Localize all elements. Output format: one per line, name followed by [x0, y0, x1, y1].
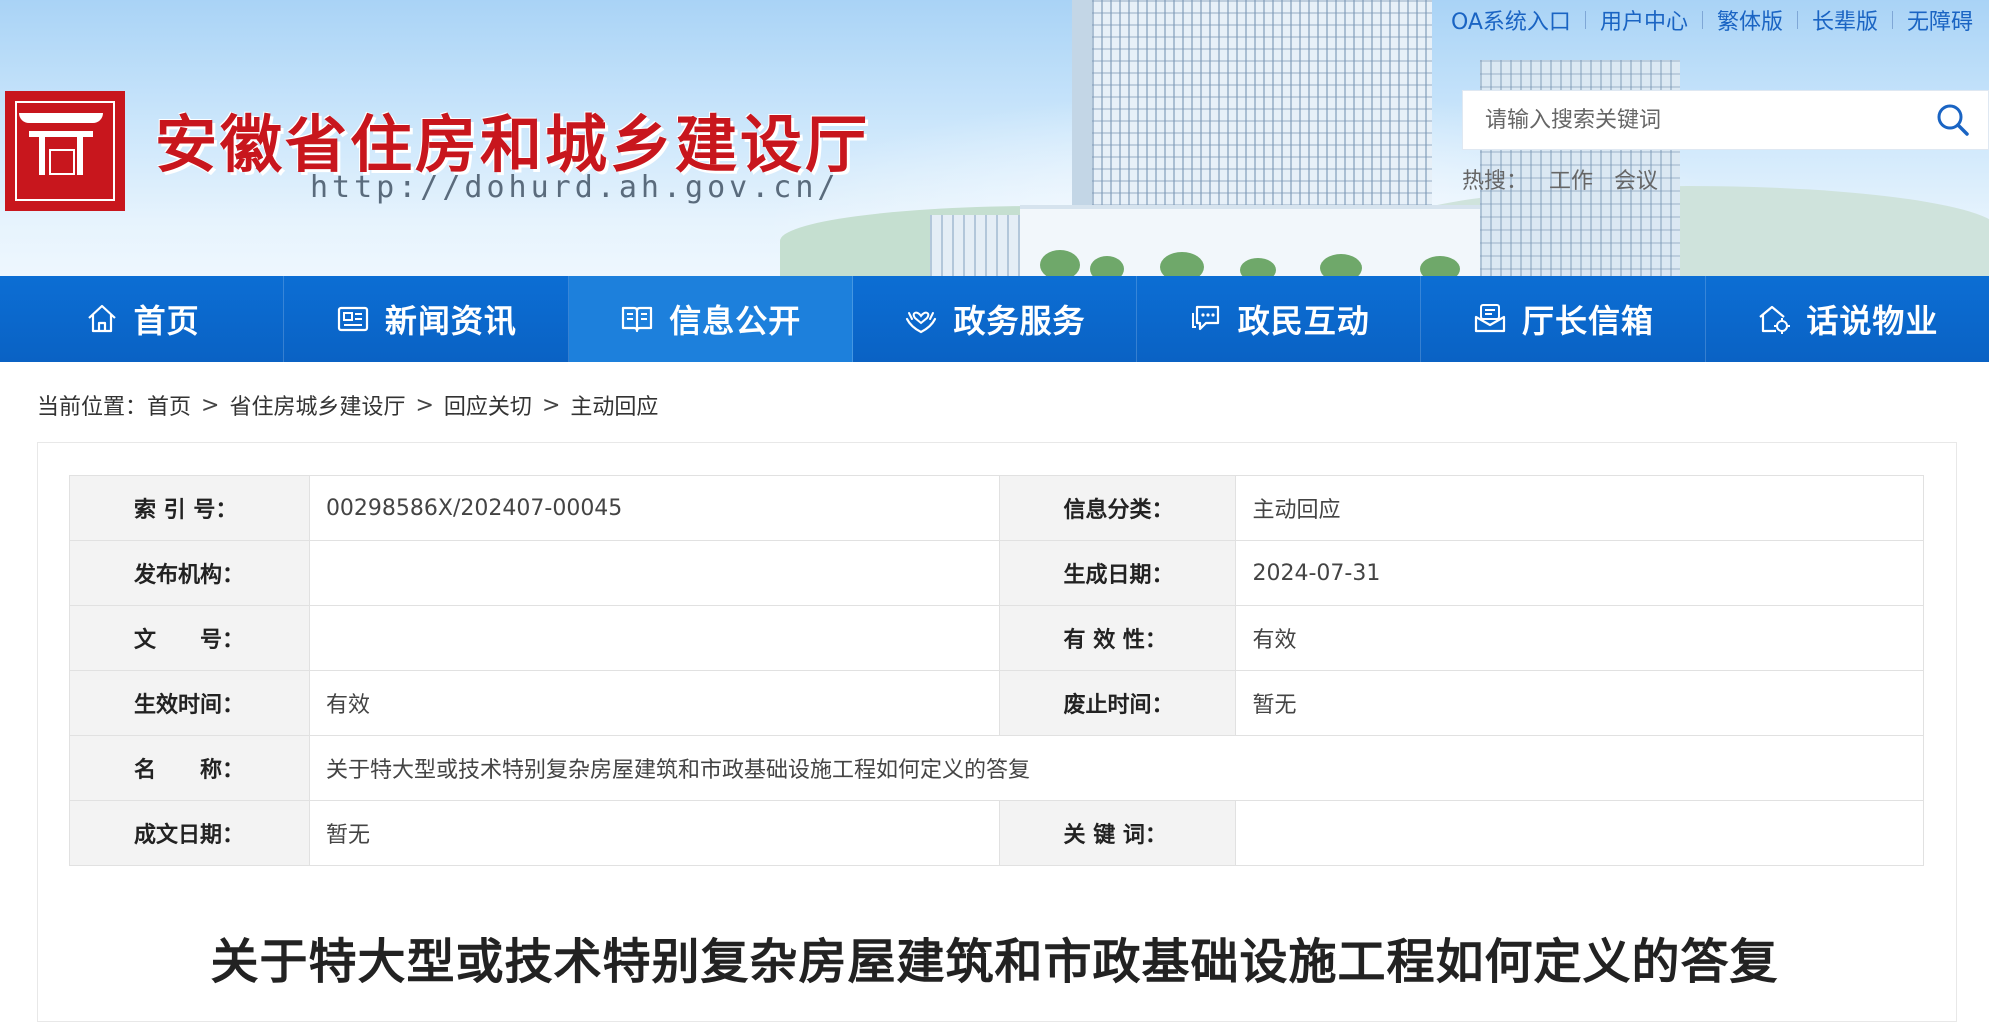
- created-date-label: 生成日期：: [998, 540, 1237, 606]
- breadcrumb-concerns[interactable]: 回应关切: [444, 389, 532, 421]
- newspaper-icon: [337, 306, 369, 332]
- nav-item-label: 政务服务: [953, 302, 1086, 340]
- info-category-label: 信息分类：: [998, 475, 1237, 541]
- elderly-version-link[interactable]: 长辈版: [1812, 4, 1878, 36]
- keywords-label: 关 键 词：: [998, 800, 1237, 866]
- hands-heart-icon: [906, 311, 937, 334]
- background-tree: [1090, 256, 1124, 276]
- logo-emblem-post: [77, 135, 83, 175]
- link-divider: [1796, 11, 1798, 29]
- site-header: 安徽省住房和城乡建设厅 http://dohurd.ah.gov.cn/ OA系…: [0, 0, 1989, 276]
- background-tree: [1420, 256, 1460, 276]
- created-date-value: 2024-07-31: [1235, 540, 1924, 606]
- nav-item-home[interactable]: 首页: [0, 276, 285, 362]
- background-tree: [1240, 258, 1276, 276]
- breadcrumb-separator: >: [415, 392, 434, 418]
- nav-item-label: 厅长信箱: [1522, 302, 1655, 340]
- metadata-row: 发布机构： 生成日期： 2024-07-31: [69, 540, 1924, 606]
- expiry-time-label: 废止时间：: [998, 670, 1237, 736]
- site-logo-emblem[interactable]: [5, 91, 125, 211]
- search-input[interactable]: [1485, 91, 1925, 149]
- nav-item-label: 政民互动: [1237, 302, 1370, 340]
- validity-value: 有效: [1235, 605, 1924, 671]
- breadcrumb-separator: >: [541, 392, 561, 418]
- breadcrumb-label: 当前位置：: [37, 395, 148, 420]
- metadata-row: 成文日期： 暂无 关 键 词：: [69, 800, 1924, 866]
- logo-emblem-roof: [19, 113, 103, 123]
- nav-item-news[interactable]: 新闻资讯: [284, 276, 569, 362]
- expiry-time-value: 暂无: [1235, 670, 1924, 736]
- house-gear-icon: [1759, 305, 1791, 334]
- hot-search: 热搜： 工作 会议: [1462, 163, 1672, 195]
- open-book-icon: [622, 306, 653, 333]
- oa-entry-link[interactable]: OA系统入口: [1451, 4, 1571, 36]
- document-number-label: 文 号：: [69, 605, 310, 671]
- written-date-value: 暂无: [308, 800, 1000, 866]
- index-number-label: 索 引 号：: [69, 475, 310, 541]
- nav-item-property-talk[interactable]: 话说物业: [1706, 276, 1989, 362]
- validity-label: 有 效 性：: [998, 605, 1237, 671]
- article-title: 关于特大型或技术特别复杂房屋建筑和市政基础设施工程如何定义的答复: [210, 934, 1779, 990]
- nav-item-government-services[interactable]: 政务服务: [853, 276, 1138, 362]
- index-number-value: 00298586X/202407-00045: [308, 475, 1000, 541]
- document-name-label: 名 称：: [69, 735, 310, 801]
- document-number-value: [308, 605, 1000, 671]
- mailbox-icon: [1474, 304, 1506, 333]
- nav-item-label: 首页: [133, 302, 200, 340]
- search-icon: [1937, 104, 1969, 136]
- background-tree: [1320, 254, 1362, 276]
- traditional-chinese-link[interactable]: 繁体版: [1717, 4, 1783, 36]
- breadcrumb-separator: >: [201, 392, 220, 418]
- main-nav: 首页 新闻资讯 信息公开 政务服务 政民互动 厅长信箱 话说物业: [0, 276, 1989, 362]
- site-url: http://dohurd.ah.gov.cn/: [310, 170, 840, 205]
- link-divider: [1584, 11, 1586, 29]
- breadcrumb-department[interactable]: 省住房城乡建设厅: [229, 389, 405, 421]
- nav-item-label: 话说物业: [1806, 302, 1939, 340]
- user-center-link[interactable]: 用户中心: [1600, 4, 1688, 36]
- effective-time-value: 有效: [308, 670, 1000, 736]
- logo-emblem-seal: [49, 149, 75, 175]
- search-box: [1462, 90, 1989, 150]
- nav-item-label: 信息公开: [669, 302, 802, 340]
- search-button[interactable]: [1934, 101, 1972, 139]
- breadcrumb-proactive-response[interactable]: 主动回应: [570, 389, 658, 421]
- breadcrumb-home[interactable]: 首页: [147, 389, 191, 421]
- document-metadata-table: 索 引 号： 00298586X/202407-00045 信息分类： 主动回应…: [69, 475, 1925, 866]
- metadata-row: 文 号： 有 效 性： 有效: [69, 605, 1924, 671]
- info-category-value: 主动回应: [1235, 475, 1924, 541]
- chat-bubble-icon: [1191, 305, 1219, 331]
- nav-item-label: 新闻资讯: [384, 302, 517, 340]
- nav-item-interaction[interactable]: 政民互动: [1137, 276, 1422, 362]
- breadcrumb: 当前位置： 首页 > 省住房城乡建设厅 > 回应关切 > 主动回应: [37, 389, 658, 421]
- hot-search-item[interactable]: 会议: [1614, 169, 1658, 194]
- effective-time-label: 生效时间：: [69, 670, 310, 736]
- accessibility-link[interactable]: 无障碍: [1907, 4, 1973, 36]
- top-links: OA系统入口 用户中心 繁体版 长辈版 无障碍: [1451, 4, 1973, 36]
- publisher-value: [308, 540, 1000, 606]
- home-icon: [87, 304, 116, 333]
- logo-emblem-post: [39, 135, 45, 175]
- nav-item-director-mailbox[interactable]: 厅长信箱: [1421, 276, 1706, 362]
- keywords-value: [1235, 800, 1924, 866]
- metadata-row: 索 引 号： 00298586X/202407-00045 信息分类： 主动回应: [69, 475, 1924, 541]
- written-date-label: 成文日期：: [69, 800, 310, 866]
- metadata-row: 名 称： 关于特大型或技术特别复杂房屋建筑和市政基础设施工程如何定义的答复: [69, 735, 1925, 801]
- link-divider: [1891, 11, 1893, 29]
- document-name-value: 关于特大型或技术特别复杂房屋建筑和市政基础设施工程如何定义的答复: [308, 735, 1925, 801]
- nav-item-info-disclosure[interactable]: 信息公开: [568, 276, 853, 362]
- link-divider: [1701, 11, 1703, 29]
- hot-search-item[interactable]: 工作: [1549, 169, 1593, 194]
- hot-search-label: 热搜：: [1462, 169, 1529, 194]
- background-tree: [1160, 252, 1204, 276]
- metadata-row: 生效时间： 有效 废止时间： 暂无: [69, 670, 1924, 736]
- background-tree: [1040, 250, 1080, 276]
- publisher-label: 发布机构：: [69, 540, 310, 606]
